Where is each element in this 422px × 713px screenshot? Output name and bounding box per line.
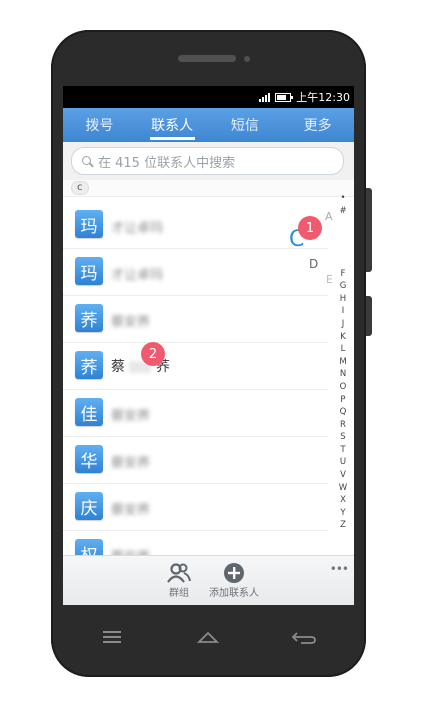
status-bar: 上午12:30 bbox=[63, 86, 354, 108]
index-letter[interactable]: I bbox=[336, 305, 350, 318]
contact-row[interactable]: 佳 蔡安荞 bbox=[63, 390, 328, 437]
index-letter[interactable]: O bbox=[336, 381, 350, 394]
tab-contacts[interactable]: 联系人 bbox=[136, 108, 209, 142]
index-letter[interactable] bbox=[336, 255, 350, 268]
index-letter[interactable]: L bbox=[336, 343, 350, 356]
contact-row[interactable]: 荞 蔡 荞 bbox=[63, 343, 328, 390]
contact-row[interactable]: 庆 蔡安荞 bbox=[63, 484, 328, 531]
index-letter[interactable]: G bbox=[336, 280, 350, 293]
contact-row[interactable]: 荞 蔡安荞 bbox=[63, 296, 328, 343]
contact-name: 蔡安荞 bbox=[111, 503, 151, 518]
contact-list: 玛 才让卓玛 玛 才让卓玛 荞 蔡安荞 荞 蔡 荞 佳 蔡安荞 华 蔡安荞 庆 … bbox=[63, 202, 328, 578]
front-camera bbox=[244, 56, 250, 62]
status-time: 上午12:30 bbox=[296, 91, 350, 104]
add-contact-label: 添加联系人 bbox=[209, 588, 259, 599]
section-letter: c bbox=[71, 181, 89, 195]
battery-icon bbox=[275, 92, 294, 102]
contact-name: 蔡安荞 bbox=[111, 315, 151, 330]
home-icon[interactable] bbox=[197, 630, 219, 644]
index-letter[interactable]: W bbox=[336, 482, 350, 495]
index-letter[interactable]: R bbox=[336, 419, 350, 432]
index-letter[interactable]: • bbox=[336, 192, 350, 205]
contact-name: 蔡安荞 bbox=[111, 456, 151, 471]
index-letter[interactable]: X bbox=[336, 494, 350, 507]
groups-icon bbox=[167, 563, 191, 583]
menu-icon[interactable] bbox=[103, 630, 121, 644]
tab-more[interactable]: 更多 bbox=[281, 108, 354, 142]
index-letter[interactable]: T bbox=[336, 444, 350, 457]
index-letter[interactable]: U bbox=[336, 456, 350, 469]
contact-avatar: 荞 bbox=[75, 351, 103, 379]
contact-name: 才让卓玛 bbox=[111, 268, 164, 283]
index-letter[interactable]: N bbox=[336, 368, 350, 381]
add-contact-button[interactable]: 添加联系人 bbox=[209, 562, 259, 599]
index-letter-e: E bbox=[326, 273, 333, 286]
earpiece-speaker bbox=[178, 55, 236, 62]
section-header: c bbox=[63, 180, 354, 197]
index-letter[interactable]: H bbox=[336, 293, 350, 306]
index-letter[interactable]: K bbox=[336, 331, 350, 344]
index-letter[interactable]: Z bbox=[336, 519, 350, 532]
contact-avatar: 荞 bbox=[75, 304, 103, 332]
volume-button bbox=[366, 188, 372, 272]
contact-name-first: 蔡 bbox=[111, 359, 125, 375]
screen: 上午12:30 拨号 联系人 短信 更多 在 415 位联系人中搜索 c 玛 才… bbox=[63, 86, 354, 605]
alphabet-index-bar[interactable]: • # FGHIJKLMNOPQRSTUVWXYZ bbox=[336, 192, 350, 532]
index-letter[interactable]: S bbox=[336, 431, 350, 444]
index-letter[interactable]: V bbox=[336, 469, 350, 482]
hardware-nav-keys bbox=[51, 620, 366, 660]
search-input[interactable]: 在 415 位联系人中搜索 bbox=[71, 147, 344, 175]
callout-badge-1: 1 bbox=[298, 216, 322, 240]
power-button bbox=[366, 296, 372, 336]
index-letter[interactable]: # bbox=[336, 205, 350, 218]
search-icon bbox=[82, 155, 93, 167]
index-letter[interactable]: Y bbox=[336, 507, 350, 520]
contact-avatar: 庆 bbox=[75, 492, 103, 520]
index-letter[interactable]: M bbox=[336, 356, 350, 369]
index-letter-d: D bbox=[309, 257, 319, 271]
index-letter[interactable] bbox=[336, 242, 350, 255]
contact-row[interactable]: 华 蔡安荞 bbox=[63, 437, 328, 484]
contact-avatar: 玛 bbox=[75, 257, 103, 285]
contact-name: 蔡安荞 bbox=[111, 409, 151, 424]
bottom-action-bar: 群组 添加联系人 ••• bbox=[63, 555, 354, 605]
index-letter[interactable]: P bbox=[336, 394, 350, 407]
index-letter[interactable]: J bbox=[336, 318, 350, 331]
contact-name: 才让卓玛 bbox=[111, 221, 164, 236]
tab-bar: 拨号 联系人 短信 更多 bbox=[63, 108, 354, 142]
contact-avatar: 佳 bbox=[75, 398, 103, 426]
search-bar: 在 415 位联系人中搜索 bbox=[63, 142, 354, 180]
contact-avatar: 华 bbox=[75, 445, 103, 473]
contact-row[interactable]: 玛 才让卓玛 bbox=[63, 249, 328, 296]
tab-messages[interactable]: 短信 bbox=[209, 108, 282, 142]
index-letter[interactable] bbox=[336, 230, 350, 243]
groups-label: 群组 bbox=[169, 588, 189, 599]
index-letter[interactable] bbox=[336, 217, 350, 230]
index-letter[interactable]: F bbox=[336, 268, 350, 281]
contact-avatar: 玛 bbox=[75, 210, 103, 238]
add-icon bbox=[224, 563, 244, 583]
groups-button[interactable]: 群组 bbox=[167, 562, 191, 599]
index-letter-a: A bbox=[325, 210, 333, 223]
overflow-menu-icon[interactable]: ••• bbox=[330, 562, 349, 576]
callout-badge-2: 2 bbox=[141, 342, 165, 366]
tab-dialer[interactable]: 拨号 bbox=[63, 108, 136, 142]
back-icon[interactable] bbox=[291, 630, 317, 646]
signal-icon bbox=[259, 92, 271, 102]
search-placeholder: 在 415 位联系人中搜索 bbox=[98, 155, 236, 171]
index-letter[interactable]: Q bbox=[336, 406, 350, 419]
